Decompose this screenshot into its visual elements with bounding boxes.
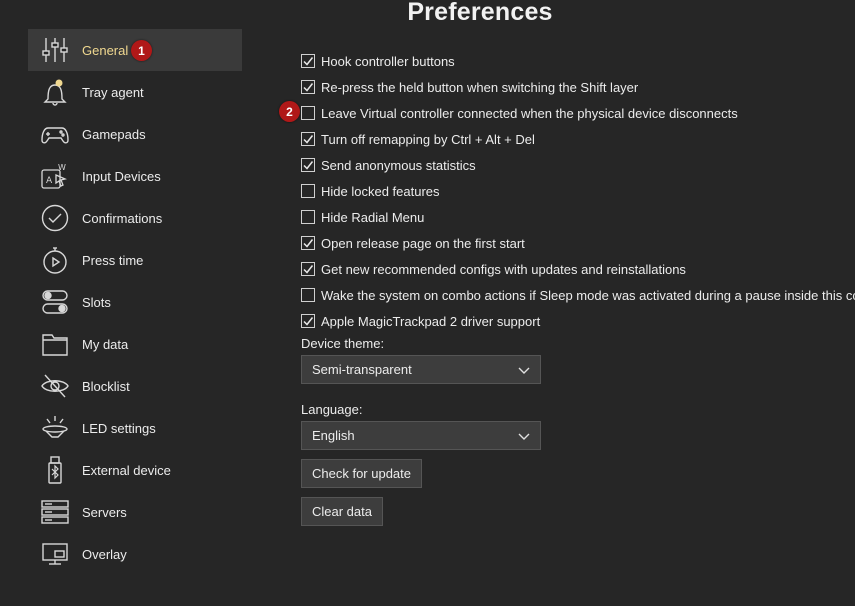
checkbox-checked[interactable] — [301, 314, 315, 328]
sidebar: General 1 Tray agent Gamepads A W Input … — [28, 29, 242, 575]
server-icon — [40, 497, 70, 527]
sidebar-item-label: LED settings — [82, 420, 156, 436]
checkmark-icon — [303, 161, 314, 170]
option-row[interactable]: Hook controller buttons — [301, 48, 855, 74]
language-label: Language: — [301, 402, 363, 417]
checkmark-icon — [303, 317, 314, 326]
sidebar-item-gamepads[interactable]: Gamepads — [28, 113, 242, 155]
sidebar-item-overlay[interactable]: Overlay — [28, 533, 242, 575]
step-badge-1: 1 — [131, 40, 152, 61]
checkmark-icon — [303, 57, 314, 66]
option-label: Turn off remapping by Ctrl + Alt + Del — [321, 131, 535, 147]
sidebar-item-label: Overlay — [82, 546, 127, 562]
option-label: Hook controller buttons — [321, 53, 455, 69]
option-row[interactable]: Hide Radial Menu — [301, 204, 855, 230]
lamp-icon — [40, 413, 70, 443]
sidebar-item-external-device[interactable]: External device — [28, 449, 242, 491]
checkbox-checked[interactable] — [301, 54, 315, 68]
checkbox-checked[interactable] — [301, 236, 315, 250]
sidebar-item-confirmations[interactable]: Confirmations — [28, 197, 242, 239]
sidebar-item-tray-agent[interactable]: Tray agent — [28, 71, 242, 113]
sliders-icon — [40, 35, 70, 65]
checkbox-unchecked[interactable] — [301, 288, 315, 302]
sidebar-item-general[interactable]: General 1 — [28, 29, 242, 71]
device-theme-label: Device theme: — [301, 336, 385, 351]
checkmark-icon — [303, 135, 314, 144]
check-for-update-button[interactable]: Check for update — [301, 459, 423, 488]
sidebar-item-label: Tray agent — [82, 84, 144, 100]
checkmark-icon — [303, 239, 314, 248]
option-label: Hide Radial Menu — [321, 209, 425, 225]
option-row[interactable]: Open release page on the first start — [301, 230, 855, 256]
sidebar-item-input-devices[interactable]: A W Input Devices — [28, 155, 242, 197]
svg-text:A: A — [46, 176, 53, 186]
checkbox-unchecked[interactable] — [301, 210, 315, 224]
checkmark-icon — [303, 83, 314, 92]
option-label: Re-press the held button when switching … — [321, 79, 639, 95]
sidebar-item-label: Confirmations — [82, 210, 163, 226]
option-row[interactable]: Leave Virtual controller connected when … — [301, 100, 855, 126]
bell-icon — [40, 77, 70, 107]
folder-icon — [40, 329, 70, 359]
step-badge-2: 2 — [279, 101, 300, 122]
clear-data-button[interactable]: Clear data — [301, 497, 383, 526]
option-row[interactable]: Wake the system on combo actions if Slee… — [301, 282, 855, 308]
sidebar-item-label: Slots — [82, 294, 111, 310]
sidebar-item-label: External device — [82, 462, 171, 478]
checkbox-checked[interactable] — [301, 158, 315, 172]
option-label: Get new recommended configs with updates… — [321, 261, 686, 277]
option-row[interactable]: Send anonymous statistics — [301, 152, 855, 178]
checkbox-checked[interactable] — [301, 262, 315, 276]
sidebar-item-led-settings[interactable]: LED settings — [28, 407, 242, 449]
options-list: Hook controller buttons Re-press the held… — [301, 48, 855, 334]
checkbox-checked[interactable] — [301, 80, 315, 94]
toggles-icon — [40, 287, 70, 317]
checkbox-checked[interactable] — [301, 132, 315, 146]
language-select[interactable]: English — [301, 421, 541, 450]
option-label: Apple MagicTrackpad 2 driver support — [321, 313, 541, 329]
option-row[interactable]: Get new recommended configs with updates… — [301, 256, 855, 282]
stopwatch-icon — [40, 245, 70, 275]
option-row[interactable]: Re-press the held button when switching … — [301, 74, 855, 100]
keyboard-mouse-icon: A W — [40, 161, 70, 191]
sidebar-item-label: Servers — [82, 504, 127, 520]
usb-bluetooth-icon — [40, 455, 70, 485]
chevron-down-icon — [518, 367, 530, 374]
option-row[interactable]: Turn off remapping by Ctrl + Alt + Del — [301, 126, 855, 152]
sidebar-item-blocklist[interactable]: Blocklist — [28, 365, 242, 407]
monitor-icon — [40, 539, 70, 569]
gamepad-icon — [40, 119, 70, 149]
svg-text:W: W — [58, 163, 66, 172]
sidebar-item-label: General — [82, 42, 129, 58]
option-label: Open release page on the first start — [321, 235, 525, 251]
checkbox-unchecked[interactable] — [301, 184, 315, 198]
checkmark-circle-icon — [40, 203, 70, 233]
sidebar-item-my-data[interactable]: My data — [28, 323, 242, 365]
sidebar-item-label: My data — [82, 336, 129, 352]
chevron-down-icon — [518, 433, 530, 440]
device-theme-select[interactable]: Semi-transparent — [301, 355, 541, 384]
option-label: Leave Virtual controller connected when … — [321, 105, 738, 121]
sidebar-item-label: Gamepads — [82, 126, 146, 142]
option-row[interactable]: Hide locked features — [301, 178, 855, 204]
option-row[interactable]: Apple MagicTrackpad 2 driver support — [301, 308, 855, 334]
page-title: Preferences — [407, 0, 553, 26]
sidebar-item-servers[interactable]: Servers — [28, 491, 242, 533]
language-value: English — [312, 428, 355, 443]
option-label: Hide locked features — [321, 183, 440, 199]
sidebar-item-slots[interactable]: Slots — [28, 281, 242, 323]
option-label: Send anonymous statistics — [321, 157, 476, 173]
checkmark-icon — [303, 265, 314, 274]
checkbox-unchecked[interactable] — [301, 106, 315, 120]
device-theme-value: Semi-transparent — [312, 362, 412, 377]
sidebar-item-press-time[interactable]: Press time — [28, 239, 242, 281]
option-label: Wake the system on combo actions if Slee… — [321, 287, 855, 303]
sidebar-item-label: Input Devices — [82, 168, 161, 184]
sidebar-item-label: Press time — [82, 252, 144, 268]
hidden-eye-icon — [40, 371, 70, 401]
sidebar-item-label: Blocklist — [82, 378, 130, 394]
